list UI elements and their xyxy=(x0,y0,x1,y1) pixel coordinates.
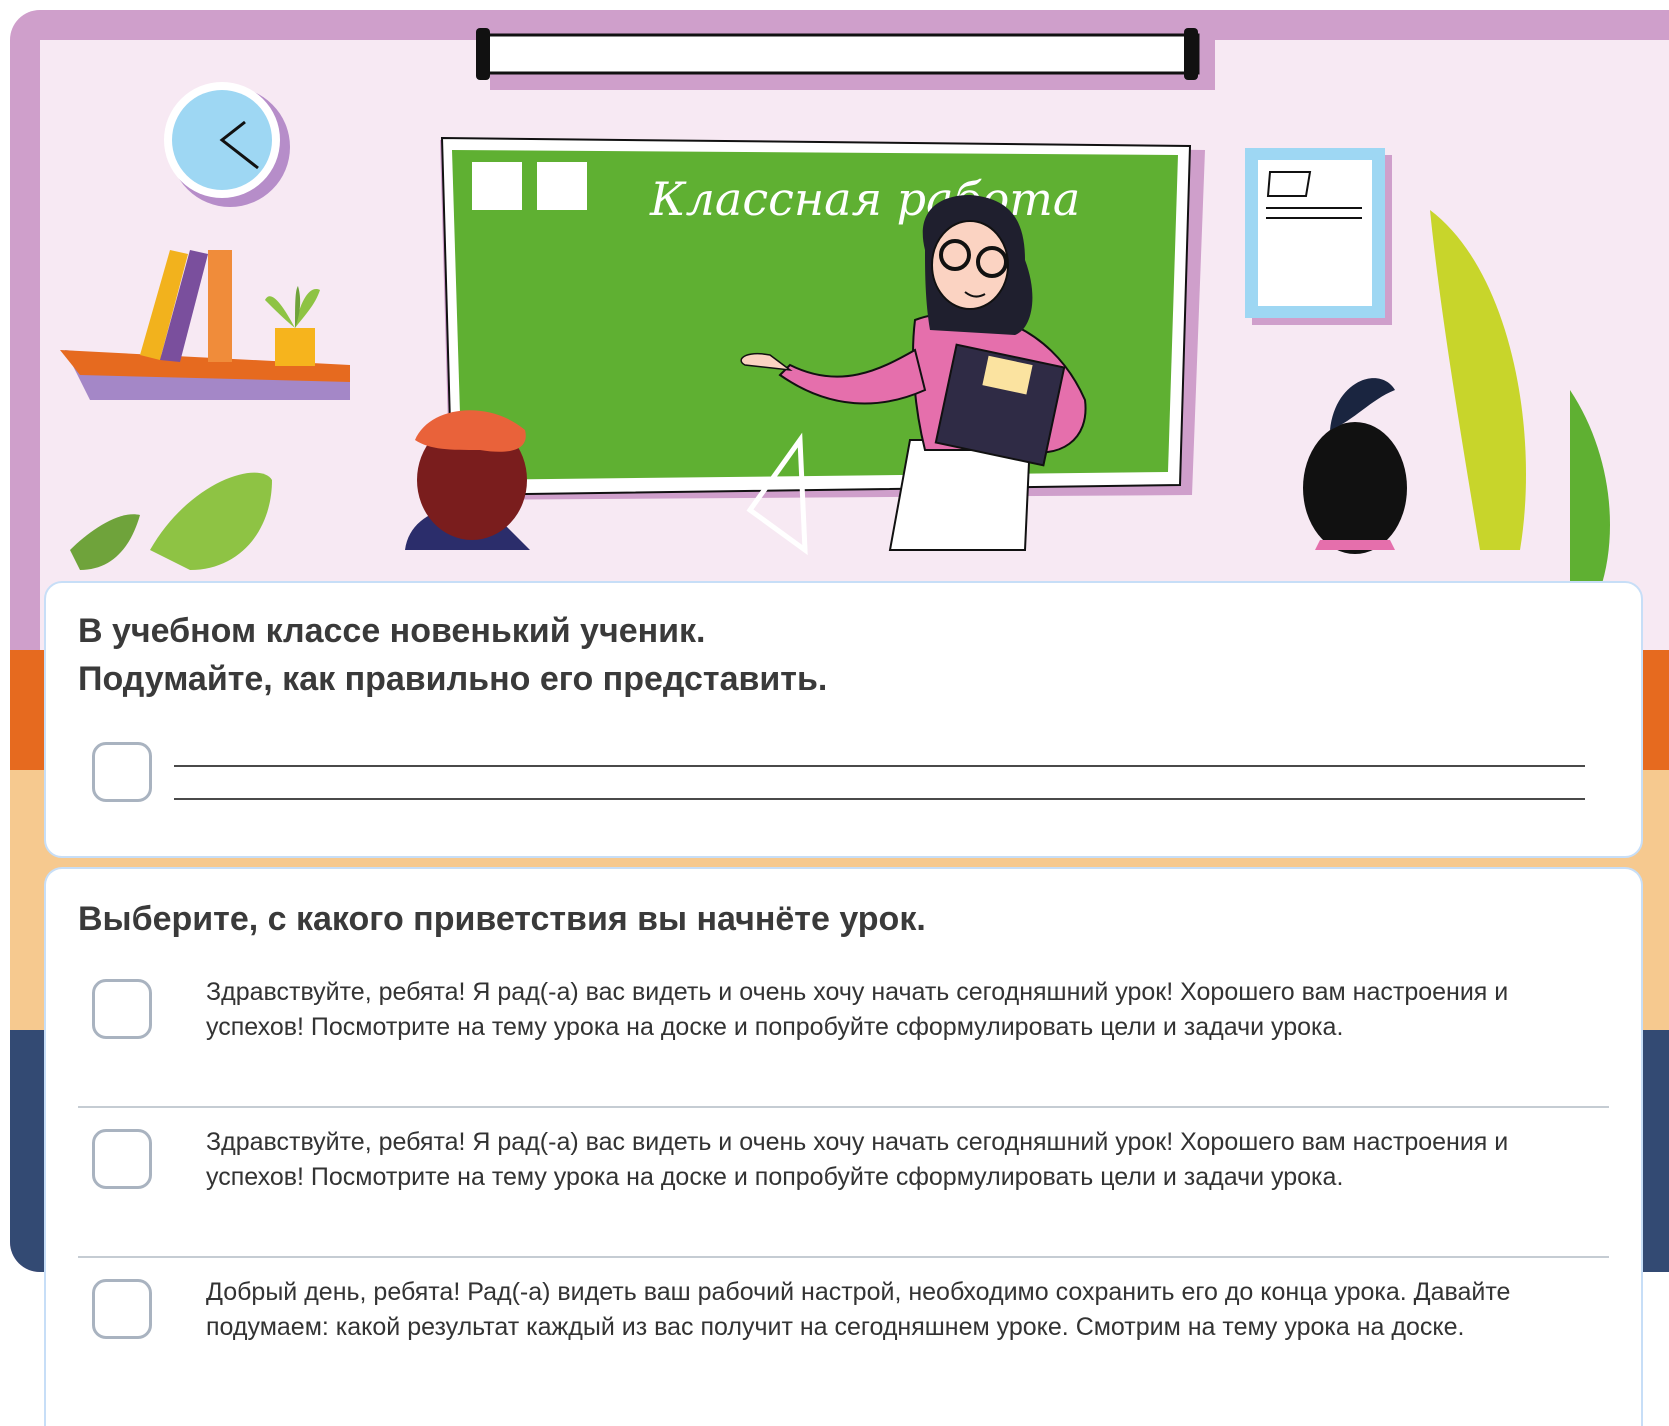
option-checkbox[interactable] xyxy=(92,979,152,1039)
question-card-greeting: Выберите, с какого приветствия вы начнёт… xyxy=(44,867,1643,1426)
answer-checkbox[interactable] xyxy=(92,742,152,802)
divider xyxy=(78,1256,1609,1258)
chalkboard: Класcная работа xyxy=(440,136,1205,500)
question-title-line-1: В учебном классе новенький ученик. xyxy=(78,612,706,650)
question-title-line-2: Подумайте, как правильно его представить… xyxy=(78,660,828,698)
divider xyxy=(78,1106,1609,1108)
answer-line-1[interactable] xyxy=(174,765,1585,767)
option-checkbox[interactable] xyxy=(92,1279,152,1339)
answer-line-2[interactable] xyxy=(174,798,1585,800)
question-card-intro: В учебном классе новенький ученик. Подум… xyxy=(44,581,1643,858)
option-checkbox[interactable] xyxy=(92,1129,152,1189)
ceiling-lamp xyxy=(476,28,1215,90)
option-text: Добрый день, ребята! Рад(-а) видеть ваш … xyxy=(206,1278,1511,1341)
question-title: В учебном классе новенький ученик. Подум… xyxy=(78,607,827,703)
wall-poster xyxy=(1245,148,1392,325)
board-handwriting: Класcная работа xyxy=(649,172,1080,226)
question-title: Выберите, с какого приветствия вы начнёт… xyxy=(78,900,926,938)
option-text: Здравствуйте, ребята! Я рад(-а) вас виде… xyxy=(206,1128,1509,1191)
option-text: Здравствуйте, ребята! Я рад(-а) вас виде… xyxy=(206,978,1509,1041)
